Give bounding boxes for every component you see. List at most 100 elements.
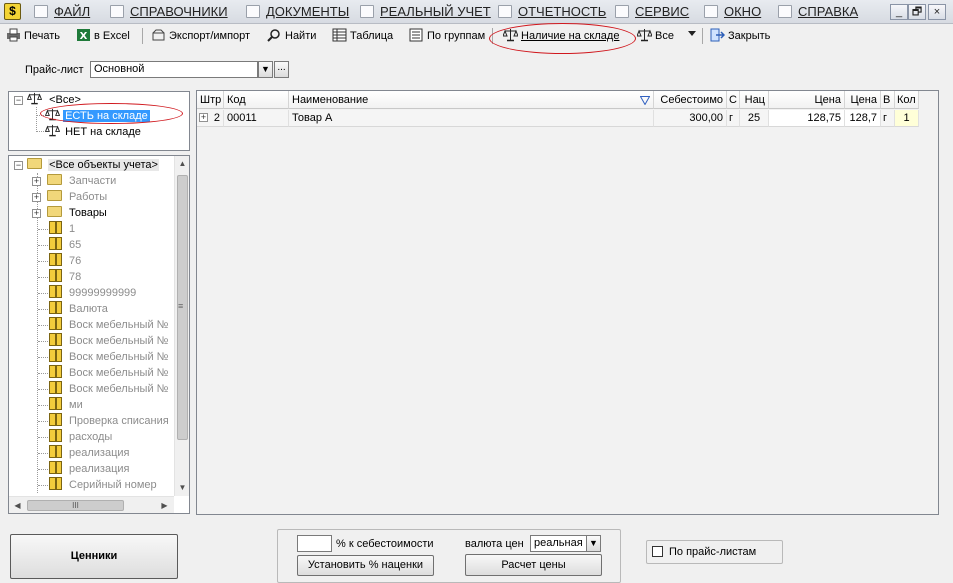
menu-references[interactable]: СПРАВОЧНИКИ <box>110 3 228 21</box>
tree-item[interactable]: 78 <box>49 269 81 285</box>
cell-v[interactable]: г <box>881 110 895 127</box>
price-tags-button[interactable]: Ценники <box>10 534 178 579</box>
collapse-icon[interactable]: − <box>14 96 23 105</box>
cell-markup[interactable]: 25 <box>740 110 769 127</box>
close-button[interactable]: Закрыть <box>710 27 770 45</box>
cell-qty[interactable]: 1 <box>895 110 919 127</box>
restore-button[interactable]: 🗗 <box>908 4 926 20</box>
toolbar-separator <box>142 28 143 44</box>
cell-c[interactable]: г <box>727 110 740 127</box>
price-list-more-button[interactable]: ... <box>274 61 289 78</box>
col-header-price[interactable]: Цена <box>769 91 845 109</box>
col-header-c[interactable]: С <box>727 91 740 109</box>
close-window-button[interactable]: × <box>928 4 946 20</box>
tree-item[interactable]: Серийный номер <box>49 477 157 493</box>
tree-folder[interactable]: Товары <box>47 205 107 221</box>
find-button[interactable]: Найти <box>267 27 316 45</box>
tree-item[interactable]: 76 <box>49 253 81 269</box>
tree-connector <box>38 261 48 262</box>
tree-connector <box>38 485 48 486</box>
excel-button[interactable]: Xв Excel <box>76 27 130 45</box>
grid-body: Штр Код Наименование Себестоимо С Нац Це… <box>197 91 938 514</box>
table-button[interactable]: Таблица <box>332 27 393 45</box>
tree-folder[interactable]: Работы <box>47 189 107 205</box>
tree-item[interactable]: ми <box>49 397 83 413</box>
tree-item[interactable]: 1 <box>49 221 75 237</box>
export-import-button[interactable]: Экспорт/импорт <box>151 27 250 45</box>
col-header-name[interactable]: Наименование <box>289 91 654 109</box>
calc-price-button[interactable]: Расчет цены <box>465 554 602 576</box>
tree-item[interactable]: реализация <box>49 445 129 461</box>
currency-dropdown-button[interactable]: ▼ <box>586 535 601 552</box>
tree-connector <box>38 389 48 390</box>
all-filter-button[interactable]: Все <box>637 27 674 45</box>
tree-item[interactable]: Воск мебельный № <box>49 365 168 381</box>
menu-service[interactable]: СЕРВИС <box>615 3 689 21</box>
cell-price[interactable]: 128,75 <box>769 110 845 127</box>
cell-code[interactable]: 00011 <box>224 110 289 127</box>
menu-window[interactable]: ОКНО <box>704 3 761 21</box>
currency-select[interactable]: реальная <box>530 535 587 552</box>
ledger-icon <box>360 5 374 18</box>
col-header-code[interactable]: Код <box>224 91 289 109</box>
tree-item[interactable]: Воск мебельный № <box>49 381 168 397</box>
vertical-scrollbar[interactable]: ▲ ≡ ▼ <box>174 156 189 496</box>
expand-icon[interactable]: + <box>32 177 41 186</box>
horizontal-scrollbar[interactable]: ◀ III ▶ <box>9 496 174 513</box>
cell-price-2[interactable]: 128,7 <box>845 110 881 127</box>
by-price-lists-checkbox[interactable]: По прайс-листам <box>652 545 756 559</box>
set-markup-button[interactable]: Установить % наценки <box>297 555 434 576</box>
tree-item[interactable]: расходы <box>49 429 112 445</box>
scroll-right-icon[interactable]: ▶ <box>157 498 172 513</box>
menu-real-accounting[interactable]: РЕАЛЬНЫЙ УЧЕТ <box>360 3 491 21</box>
tree-item[interactable]: Воск мебельный № <box>49 333 168 349</box>
objects-tree-content: − <Все объекты учета> + Запчасти + Работы + Т… <box>9 156 175 496</box>
tree-item[interactable]: реализация <box>49 461 129 477</box>
menu-documents[interactable]: ДОКУМЕНТЫ <box>246 3 349 21</box>
table-row[interactable]: + 2 <box>197 110 224 127</box>
scroll-up-icon[interactable]: ▲ <box>175 156 189 171</box>
expand-icon[interactable]: + <box>32 209 41 218</box>
tree-connector <box>38 437 48 438</box>
product-box-icon <box>49 253 62 266</box>
price-list-dropdown-button[interactable]: ▼ <box>258 61 273 78</box>
col-header-qty[interactable]: Кол <box>895 91 919 109</box>
menu-help[interactable]: СПРАВКА <box>778 3 858 21</box>
cell-cost[interactable]: 300,00 <box>654 110 727 127</box>
scroll-thumb[interactable]: III <box>27 500 124 511</box>
tree-item[interactable]: Воск мебельный № <box>49 317 168 333</box>
stock-tree-item-out-of-stock[interactable]: НЕТ на складе <box>44 124 141 140</box>
tree-item[interactable]: Валюта <box>49 301 108 317</box>
col-header-markup[interactable]: Нац <box>740 91 769 109</box>
all-dropdown-arrow-icon[interactable] <box>688 31 696 36</box>
tree-item[interactable]: Воск мебельный № <box>49 349 168 365</box>
tree-item[interactable]: 99999999999 <box>49 285 136 301</box>
expand-icon[interactable]: + <box>32 193 41 202</box>
objects-tree-root[interactable]: <Все объекты учета> <box>27 157 159 173</box>
scroll-grip-icon: ≡ <box>178 301 184 311</box>
tree-item[interactable]: Проверка списания <box>49 413 169 429</box>
app-icon[interactable]: $ <box>4 3 21 20</box>
col-header-v[interactable]: В <box>881 91 895 109</box>
minimize-button[interactable]: _ <box>890 4 908 20</box>
print-button[interactable]: Печать <box>6 27 60 45</box>
menu-file[interactable]: ФАЙЛ <box>34 3 90 21</box>
percent-input[interactable] <box>297 535 332 552</box>
col-header-price-2[interactable]: Цена <box>845 91 881 109</box>
cell-name[interactable]: Товар А <box>289 110 654 127</box>
checkbox-icon[interactable] <box>652 546 663 557</box>
tree-folder[interactable]: Запчасти <box>47 173 116 189</box>
collapse-icon[interactable]: − <box>14 161 23 170</box>
col-header-barcode[interactable]: Штр <box>197 91 224 109</box>
expand-icon[interactable]: + <box>199 113 208 122</box>
scroll-down-icon[interactable]: ▼ <box>175 480 189 495</box>
filter-icon[interactable] <box>640 96 650 105</box>
col-header-cost[interactable]: Себестоимо <box>654 91 727 109</box>
price-list-select[interactable]: Основной <box>90 61 258 78</box>
menu-reports[interactable]: ОТЧЕТНОСТЬ <box>498 3 606 21</box>
scroll-left-icon[interactable]: ◀ <box>10 498 25 513</box>
product-box-icon <box>49 285 62 298</box>
scales-icon <box>637 29 652 42</box>
by-groups-button[interactable]: По группам <box>409 27 485 45</box>
tree-item[interactable]: 65 <box>49 237 81 253</box>
